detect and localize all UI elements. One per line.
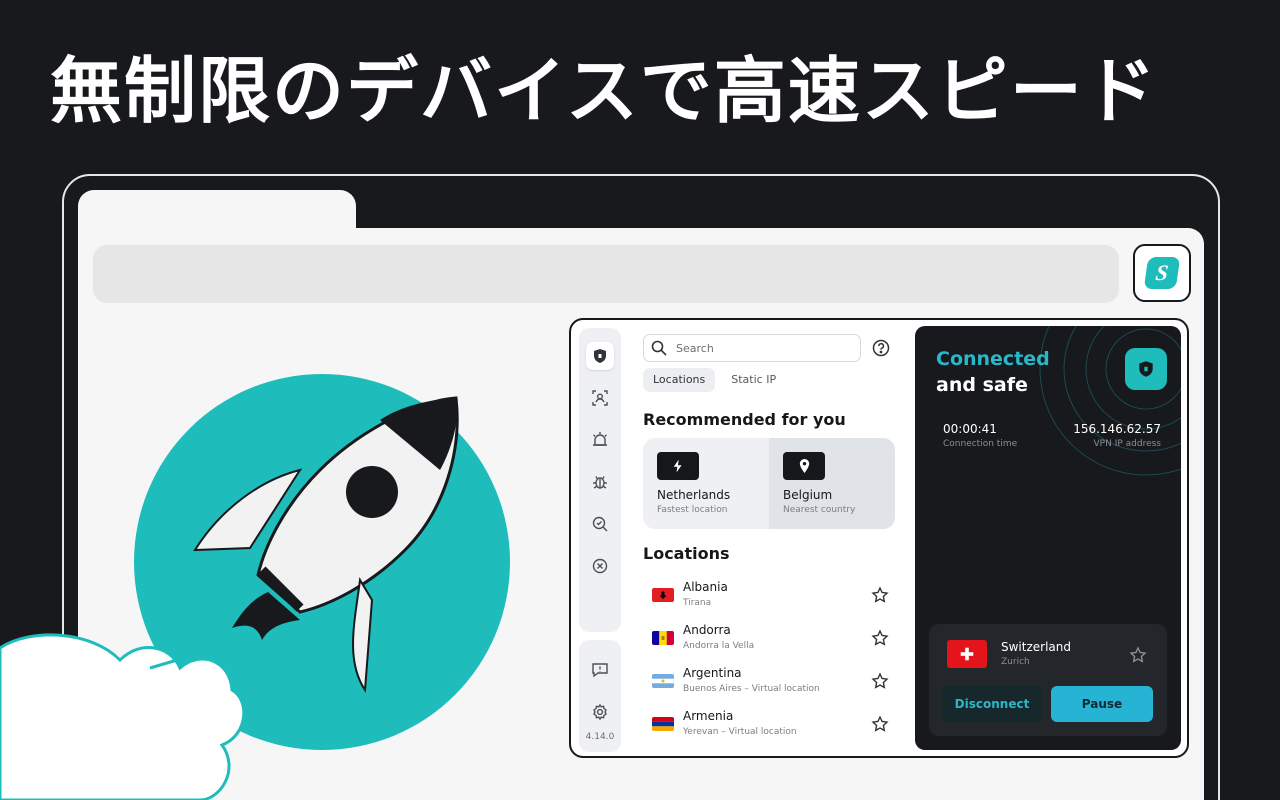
location-name: Armenia xyxy=(683,709,734,723)
lightning-icon xyxy=(657,452,699,480)
location-name: Andorra xyxy=(683,623,731,637)
location-sub: Buenos Aires – Virtual location xyxy=(683,684,820,694)
locations-panel: Search Locations Static IP Recommended f… xyxy=(643,332,897,752)
connection-time-label: Connection time xyxy=(943,439,1018,449)
vpn-popup: 4.14.0 Search Locations Static IP Recomm… xyxy=(569,318,1189,758)
locations-title: Locations xyxy=(643,544,730,563)
alert-nav-button[interactable] xyxy=(586,426,614,454)
chat-alert-icon xyxy=(592,663,608,678)
star-icon[interactable] xyxy=(1129,646,1147,664)
rocket-illustration xyxy=(0,374,510,800)
bug-icon xyxy=(593,476,607,489)
current-location-card: Switzerland Zurich Disconnect Pause xyxy=(929,624,1167,736)
side-rail: 4.14.0 xyxy=(579,328,621,752)
location-row-andorra[interactable]: Andorra Andorra la Vella xyxy=(643,621,895,661)
recommended-card-belgium[interactable]: Belgium Nearest country xyxy=(769,438,895,529)
search-shield-icon xyxy=(592,516,608,532)
vpn-ip: 156.146.62.57 xyxy=(1073,422,1161,436)
status-connected: Connected xyxy=(936,348,1050,370)
version-label: 4.14.0 xyxy=(585,732,615,742)
star-icon[interactable] xyxy=(871,586,889,604)
albania-flag xyxy=(652,588,674,602)
connection-time: 00:00:41 xyxy=(943,422,997,436)
location-row-albania[interactable]: Albania Tirana xyxy=(643,578,895,618)
search-placeholder: Search xyxy=(676,341,714,355)
alert-icon xyxy=(593,432,607,446)
armenia-flag xyxy=(652,717,674,731)
current-location-name: Switzerland xyxy=(1001,640,1071,654)
surfshark-logo-icon: S xyxy=(1143,257,1181,289)
recommended-sub: Fastest location xyxy=(657,505,728,515)
recommended-cards: Netherlands Fastest location Belgium Nea… xyxy=(643,438,895,529)
shield-icon xyxy=(1125,348,1167,390)
alternative-id-nav-button[interactable] xyxy=(586,384,614,412)
location-sub: Andorra la Vella xyxy=(683,641,755,651)
tab-static-ip[interactable]: Static IP xyxy=(721,368,786,392)
help-icon[interactable] xyxy=(871,338,891,358)
connection-panel: Connected and safe 00:00:41 Connection t… xyxy=(915,326,1181,750)
address-bar[interactable] xyxy=(93,245,1119,303)
location-type-tabs: Locations Static IP xyxy=(643,368,786,392)
disconnect-button[interactable]: Disconnect xyxy=(941,686,1043,722)
star-icon[interactable] xyxy=(871,672,889,690)
recommended-card-netherlands[interactable]: Netherlands Fastest location xyxy=(643,438,769,529)
settings-nav-button[interactable] xyxy=(586,698,614,726)
argentina-flag xyxy=(652,674,674,688)
location-sub: Yerevan – Virtual location xyxy=(683,727,797,737)
shield-nav-button[interactable] xyxy=(586,342,614,370)
location-pin-icon xyxy=(783,452,825,480)
smoke-cloud xyxy=(0,633,246,800)
shield-icon xyxy=(594,349,606,363)
recommended-name: Belgium xyxy=(783,488,833,502)
star-icon[interactable] xyxy=(871,629,889,647)
rocket-window xyxy=(346,466,398,518)
andorra-flag xyxy=(652,631,674,645)
gear-icon xyxy=(593,703,607,721)
antivirus-nav-button[interactable] xyxy=(586,468,614,496)
block-icon xyxy=(592,558,608,574)
surfshark-extension-button[interactable]: S xyxy=(1133,244,1191,302)
location-sub: Tirana xyxy=(683,598,712,608)
pause-button[interactable]: Pause xyxy=(1051,686,1153,722)
person-scan-icon xyxy=(592,390,608,406)
recommended-title: Recommended for you xyxy=(643,410,846,429)
star-icon[interactable] xyxy=(871,715,889,733)
cleanweb-nav-button[interactable] xyxy=(586,552,614,580)
location-name: Albania xyxy=(683,580,728,594)
headline: 無制限のデバイスで高速スピード xyxy=(50,49,1158,133)
feedback-nav-button[interactable] xyxy=(586,656,614,684)
search-input[interactable]: Search xyxy=(643,334,861,362)
location-row-armenia[interactable]: Armenia Yerevan – Virtual location xyxy=(643,707,895,747)
status-safe: and safe xyxy=(936,374,1028,396)
location-name: Argentina xyxy=(683,666,742,680)
tab-locations[interactable]: Locations xyxy=(643,368,716,392)
search-nav-button[interactable] xyxy=(586,510,614,538)
switzerland-flag xyxy=(947,640,987,668)
location-row-argentina[interactable]: Argentina Buenos Aires – Virtual locatio… xyxy=(643,664,895,704)
recommended-name: Netherlands xyxy=(657,488,731,502)
recommended-sub: Nearest country xyxy=(783,505,856,515)
search-icon xyxy=(651,340,667,356)
current-location-city: Zurich xyxy=(1001,657,1030,667)
vpn-ip-label: VPN IP address xyxy=(1093,439,1161,449)
